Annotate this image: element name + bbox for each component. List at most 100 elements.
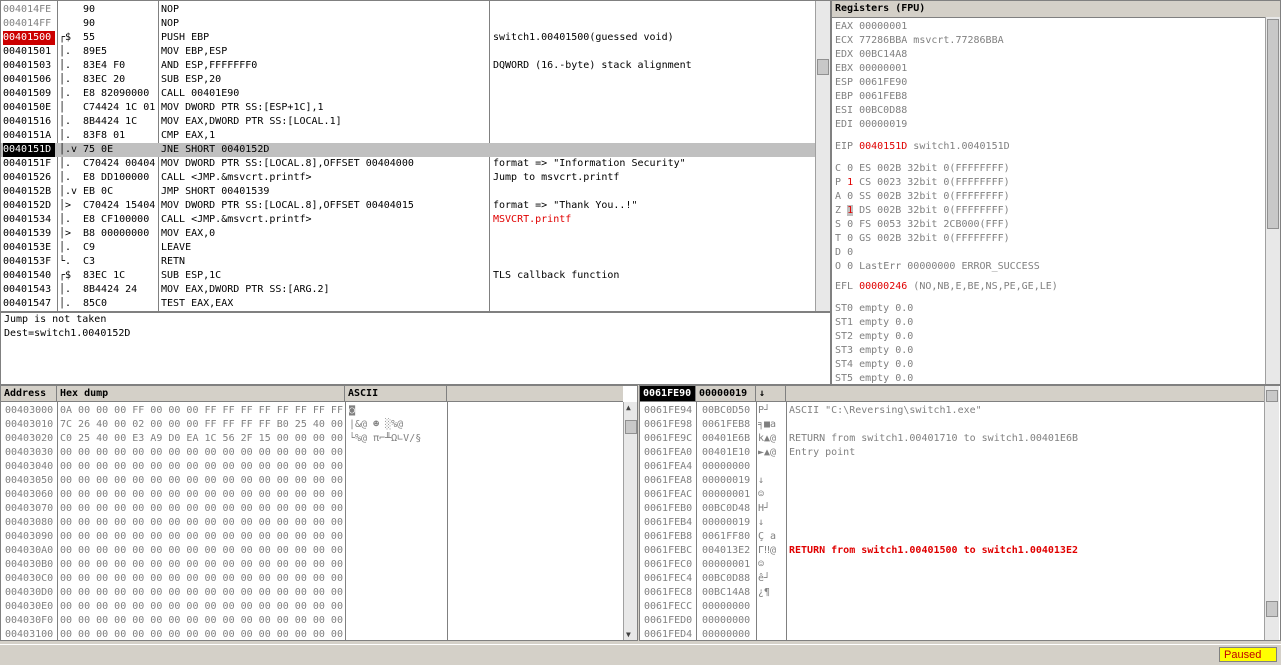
flag-value[interactable]: 0: [847, 219, 853, 230]
disasm-row[interactable]: 00401516 │. 8B4424 1C MOV EAX,DWORD PTR SS:…: [1, 115, 816, 129]
stack-row[interactable]: 0061FEC4 00BC0D88 ê┘: [640, 572, 1266, 586]
stack-scrollbar[interactable]: [1264, 386, 1279, 640]
stack-row[interactable]: 0061FEC0 00000001 ☺: [640, 558, 1266, 572]
register-eax[interactable]: EAX 00000001: [832, 20, 1262, 34]
registers-scrollbar[interactable]: [1265, 17, 1280, 384]
dump-row[interactable]: 00403020 C0 25 40 00 E3 A9 D0 EA 1C 56 2F…: [1, 432, 623, 446]
disassembly-scrollbar[interactable]: [815, 1, 830, 311]
dump-header-hex[interactable]: Hex dump: [57, 386, 345, 402]
flag-t[interactable]: T 0 GS 002B 32bit 0(FFFFFFFF): [832, 232, 1262, 246]
disasm-row[interactable]: 00401547 │. 85C0 TEST EAX,EAX: [1, 297, 816, 311]
disasm-row[interactable]: 00401534 │. E8 CF100000 CALL <JMP.&msvcrt.p…: [1, 213, 816, 227]
fpu-register[interactable]: ST4 empty 0.0: [832, 358, 1262, 372]
dump-header-ascii[interactable]: ASCII: [345, 386, 447, 402]
dump-row[interactable]: 004030E0 00 00 00 00 00 00 00 00 00 00 00…: [1, 600, 623, 614]
flag-value[interactable]: 0: [847, 191, 853, 202]
disasm-row[interactable]: 0040152D │> C70424 15404(MOV DWORD PTR SS:…: [1, 199, 816, 213]
stack-row[interactable]: 0061FEA8 00000019 ↓: [640, 474, 1266, 488]
flag-d[interactable]: D 0: [832, 246, 1262, 260]
flag-p[interactable]: P 1 CS 0023 32bit 0(FFFFFFFF): [832, 176, 1262, 190]
stack-row[interactable]: 0061FEAC 00000001 ☺: [640, 488, 1266, 502]
registers-pane[interactable]: Registers (FPU) EAX 00000001 ECX 77286BB…: [831, 0, 1281, 385]
stack-row[interactable]: 0061FEBC 004013E2 Γ‼@ RETURN from switch1.0…: [640, 544, 1266, 558]
disasm-row[interactable]: 0040153F └. C3 RETN: [1, 255, 816, 269]
fpu-register[interactable]: ST2 empty 0.0: [832, 330, 1262, 344]
flag-o[interactable]: O 0 LastErr 00000000 ERROR_SUCCESS: [832, 260, 1262, 274]
fpu-register[interactable]: ST3 empty 0.0: [832, 344, 1262, 358]
dump-row[interactable]: 00403040 00 00 00 00 00 00 00 00 00 00 00…: [1, 460, 623, 474]
flag-z[interactable]: Z 1 DS 002B 32bit 0(FFFFFFFF): [832, 204, 1262, 218]
dump-scrollbar[interactable]: ▲ ▼: [623, 402, 637, 640]
stack-pane[interactable]: 0061FE90 00000019 ↓ 0061FE94 00BC0D50 P┘ AS…: [639, 385, 1281, 641]
stack-row[interactable]: 0061FECC 00000000: [640, 600, 1266, 614]
dump-row[interactable]: 00403000 0A 00 00 00 FF 00 00 00 FF FF FF…: [1, 404, 623, 418]
scroll-up-icon[interactable]: ▲: [626, 403, 631, 412]
stack-row[interactable]: 0061FEA0 00401E10 ►▲@ Entry point: [640, 446, 1266, 460]
disasm-row[interactable]: 004014FE 90 NOP: [1, 3, 816, 17]
disasm-row[interactable]: 0040151D │.v 75 0E JNE SHORT 0040152D: [1, 143, 816, 157]
disassembly-pane[interactable]: 004014FE 90 NOP 004014FF 90 NOP 00401500 ┌$ 55 PU…: [0, 0, 831, 312]
fpu-register[interactable]: ST5 empty 0.0: [832, 372, 1262, 384]
disasm-row[interactable]: 0040153E │. C9 LEAVE: [1, 241, 816, 255]
disasm-row[interactable]: 00401509 │. E8 82090000 CALL 00401E90: [1, 87, 816, 101]
fpu-register[interactable]: ST0 empty 0.0: [832, 302, 1262, 316]
register-efl[interactable]: EFL 00000246 (NO,NB,E,BE,NS,PE,GE,LE): [832, 280, 1262, 294]
flag-value[interactable]: 0: [847, 247, 853, 258]
stack-row[interactable]: 0061FED4 00000000: [640, 628, 1266, 640]
register-esi[interactable]: ESI 00BC0D88: [832, 104, 1262, 118]
disasm-row[interactable]: 004014FF 90 NOP: [1, 17, 816, 31]
register-ecx[interactable]: ECX 77286BBA msvcrt.77286BBA: [832, 34, 1262, 48]
disasm-row[interactable]: 00401506 │. 83EC 20 SUB ESP,20: [1, 73, 816, 87]
flag-value[interactable]: 0: [847, 163, 853, 174]
disasm-row[interactable]: 00401540 ┌$ 83EC 1C SUB ESP,1C TLS callback …: [1, 269, 816, 283]
dump-row[interactable]: 004030B0 00 00 00 00 00 00 00 00 00 00 00…: [1, 558, 623, 572]
register-edi[interactable]: EDI 00000019: [832, 118, 1262, 132]
dump-row[interactable]: 00403050 00 00 00 00 00 00 00 00 00 00 00…: [1, 474, 623, 488]
stack-header-ascii[interactable]: ↓: [756, 386, 786, 402]
flag-value[interactable]: 1: [847, 177, 853, 188]
flag-value[interactable]: 0: [847, 233, 853, 244]
stack-row[interactable]: 0061FEA4 00000000: [640, 460, 1266, 474]
dump-row[interactable]: 004030F0 00 00 00 00 00 00 00 00 00 00 00…: [1, 614, 623, 628]
disasm-row[interactable]: 00401501 │. 89E5 MOV EBP,ESP: [1, 45, 816, 59]
dump-row[interactable]: 00403060 00 00 00 00 00 00 00 00 00 00 00…: [1, 488, 623, 502]
dump-row[interactable]: 00403100 00 00 00 00 00 00 00 00 00 00 00…: [1, 628, 623, 640]
disasm-row[interactable]: 00401503 │. 83E4 F0 AND ESP,FFFFFFF0 DQWORD …: [1, 59, 816, 73]
stack-row[interactable]: 0061FE94 00BC0D50 P┘ ASCII "C:\Reversing\sw…: [640, 404, 1266, 418]
flag-value[interactable]: 0: [847, 261, 853, 272]
disasm-row[interactable]: 00401539 │> B8 00000000 MOV EAX,0: [1, 227, 816, 241]
fpu-register[interactable]: ST1 empty 0.0: [832, 316, 1262, 330]
flag-c[interactable]: C 0 ES 002B 32bit 0(FFFFFFFF): [832, 162, 1262, 176]
dump-row[interactable]: 00403070 00 00 00 00 00 00 00 00 00 00 00…: [1, 502, 623, 516]
stack-row[interactable]: 0061FEC8 00BC14A8 ¿¶: [640, 586, 1266, 600]
register-edx[interactable]: EDX 00BC14A8: [832, 48, 1262, 62]
dump-row[interactable]: 004030A0 00 00 00 00 00 00 00 00 00 00 00…: [1, 544, 623, 558]
stack-row[interactable]: 0061FEB4 00000019 ↓: [640, 516, 1266, 530]
stack-row[interactable]: 0061FEB8 0061FF80 Ç a: [640, 530, 1266, 544]
dump-row[interactable]: 00403030 00 00 00 00 00 00 00 00 00 00 00…: [1, 446, 623, 460]
dump-header-address[interactable]: Address: [1, 386, 57, 402]
dump-row[interactable]: 004030D0 00 00 00 00 00 00 00 00 00 00 00…: [1, 586, 623, 600]
dump-row[interactable]: 00403010 7C 26 40 00 02 00 00 00 FF FF FF…: [1, 418, 623, 432]
register-esp[interactable]: ESP 0061FE90: [832, 76, 1262, 90]
disasm-row[interactable]: 00401543 │. 8B4424 24 MOV EAX,DWORD PTR SS:…: [1, 283, 816, 297]
hex-dump-pane[interactable]: Address Hex dump ASCII 00403000 0A 00 00 …: [0, 385, 638, 641]
scroll-down-icon[interactable]: ▼: [626, 630, 631, 639]
register-ebp[interactable]: EBP 0061FEB8: [832, 90, 1262, 104]
stack-row[interactable]: 0061FED0 00000000: [640, 614, 1266, 628]
dump-row[interactable]: 00403090 00 00 00 00 00 00 00 00 00 00 00…: [1, 530, 623, 544]
dump-row[interactable]: 004030C0 00 00 00 00 00 00 00 00 00 00 00…: [1, 572, 623, 586]
stack-header-value[interactable]: 00000019: [696, 386, 756, 402]
disasm-row[interactable]: 00401500 ┌$ 55 PUSH EBP switch1.00401500(gue…: [1, 31, 816, 45]
stack-row[interactable]: 0061FE9C 00401E6B k▲@ RETURN from switch1.0…: [640, 432, 1266, 446]
disasm-row[interactable]: 0040151A │. 83F8 01 CMP EAX,1: [1, 129, 816, 143]
flag-s[interactable]: S 0 FS 0053 32bit 2CB000(FFF): [832, 218, 1262, 232]
disasm-row[interactable]: 00401526 │. E8 DD100000 CALL <JMP.&msvcrt.p…: [1, 171, 816, 185]
stack-header-address[interactable]: 0061FE90: [640, 386, 696, 402]
dump-row[interactable]: 00403080 00 00 00 00 00 00 00 00 00 00 00…: [1, 516, 623, 530]
register-ebx[interactable]: EBX 00000001: [832, 62, 1262, 76]
disasm-row[interactable]: 0040150E │ C74424 1C 01(MOV DWORD PTR SS:[…: [1, 101, 816, 115]
register-eip[interactable]: EIP 0040151D switch1.0040151D: [832, 140, 1262, 154]
stack-row[interactable]: 0061FEB0 00BC0D48 H┘: [640, 502, 1266, 516]
stack-row[interactable]: 0061FE98 0061FEB8 ╕■a: [640, 418, 1266, 432]
